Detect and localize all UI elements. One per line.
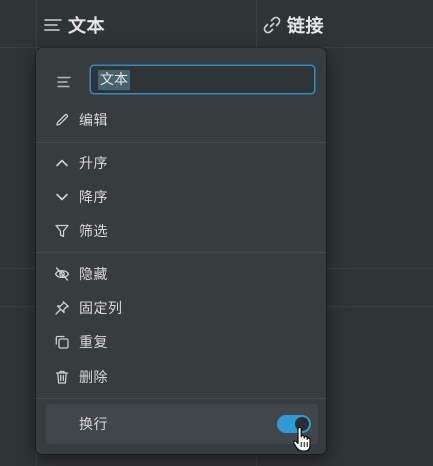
pin-column-label: 固定列	[79, 301, 123, 317]
column-header-label: 链接	[287, 16, 324, 37]
filter-icon	[54, 223, 70, 239]
column-header-label: 文本	[68, 16, 105, 37]
hide-menu-item[interactable]: 隐藏	[36, 258, 326, 290]
sort-ascending-menu-item[interactable]: 升序	[36, 147, 326, 179]
menu-divider	[36, 398, 326, 399]
pin-icon	[54, 300, 70, 316]
link-icon	[263, 16, 281, 34]
hand-cursor-icon	[293, 426, 311, 457]
text-lines-icon	[57, 73, 71, 92]
trash-icon	[54, 369, 70, 385]
sort-ascending-label: 升序	[79, 156, 108, 172]
pin-column-menu-item[interactable]: 固定列	[36, 292, 326, 324]
delete-menu-item[interactable]: 删除	[36, 361, 326, 393]
edit-label: 编辑	[79, 113, 108, 129]
text-lines-icon	[44, 17, 62, 33]
duplicate-label: 重复	[79, 335, 108, 351]
sort-descending-label: 降序	[79, 190, 108, 206]
duplicate-icon	[54, 334, 70, 350]
chevron-down-icon	[54, 189, 70, 205]
filter-label: 筛选	[79, 224, 108, 240]
wrap-text-row[interactable]: 换行	[46, 404, 318, 444]
pencil-icon	[54, 112, 70, 128]
column-options-menu: 文本 编辑 升序 降序 筛选 隐藏 固定列 重复 删除 换行	[36, 48, 326, 454]
hide-label: 隐藏	[79, 267, 108, 283]
menu-divider	[36, 142, 326, 143]
duplicate-menu-item[interactable]: 重复	[36, 326, 326, 358]
delete-label: 删除	[79, 370, 108, 386]
wrap-text-label: 换行	[79, 417, 108, 433]
chevron-up-icon	[54, 155, 70, 171]
menu-divider	[36, 252, 326, 253]
column-header-link[interactable]: 链接	[263, 9, 324, 41]
column-header-text[interactable]: 文本	[44, 9, 105, 41]
filter-menu-item[interactable]: 筛选	[36, 215, 326, 247]
column-name-row: 文本	[36, 65, 326, 96]
sort-descending-menu-item[interactable]: 降序	[36, 181, 326, 213]
eye-off-icon	[54, 266, 70, 282]
edit-menu-item[interactable]: 编辑	[36, 104, 326, 136]
column-name-value: 文本	[98, 69, 130, 90]
column-name-input[interactable]: 文本	[90, 65, 315, 94]
